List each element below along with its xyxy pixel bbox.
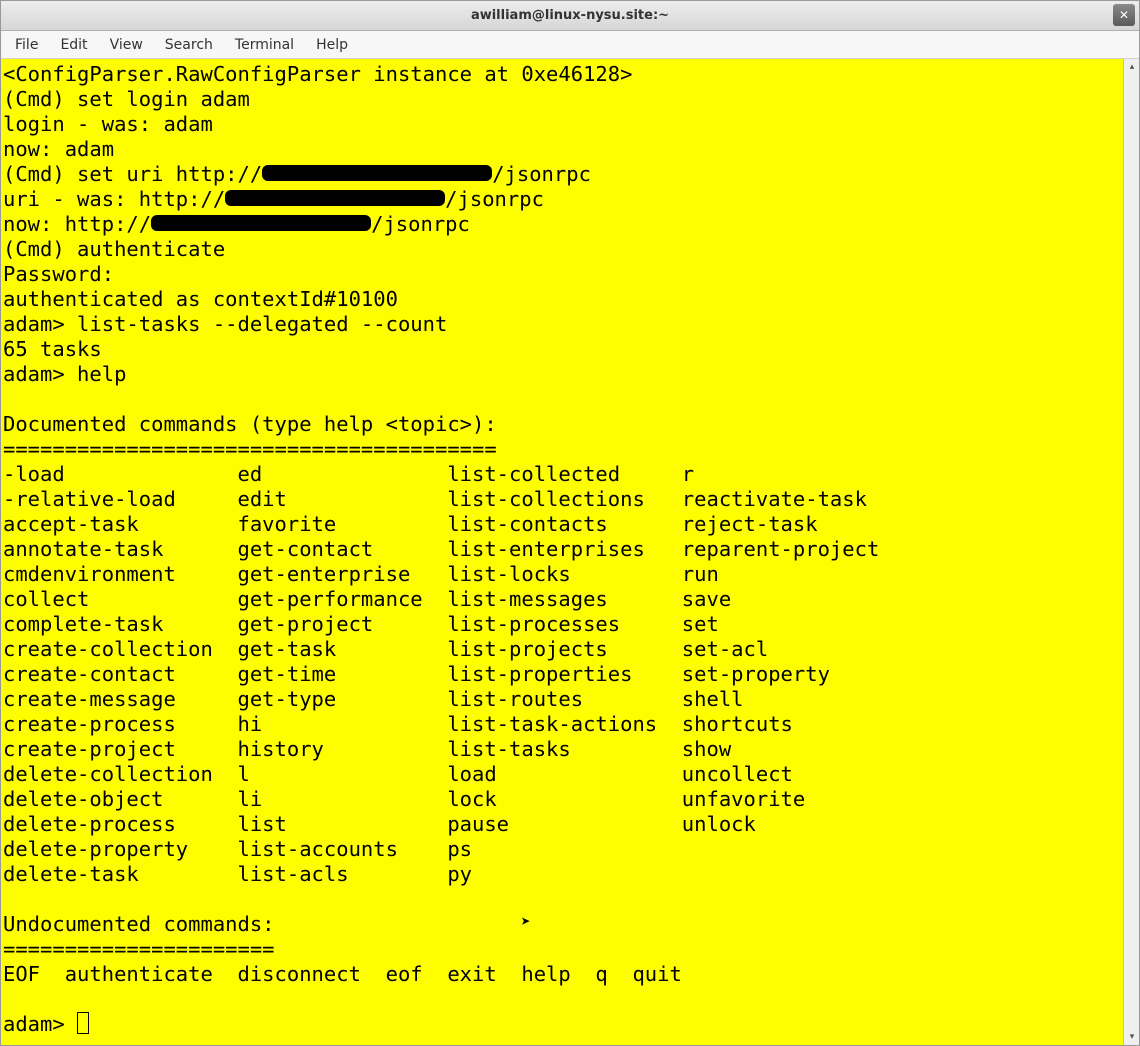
menu-edit[interactable]: Edit bbox=[52, 33, 95, 57]
menu-file[interactable]: File bbox=[7, 33, 46, 57]
term-line: <ConfigParser.RawConfigParser instance a… bbox=[3, 62, 632, 86]
term-line: ======================================== bbox=[3, 437, 497, 461]
term-line: now: http:// bbox=[3, 212, 151, 236]
term-line: uri - was: http:// bbox=[3, 187, 225, 211]
scrollbar[interactable]: ▴ ▾ bbox=[1123, 59, 1139, 1045]
term-line: authenticated as contextId#10100 bbox=[3, 287, 398, 311]
window-title: awilliam@linux-nysu.site:~ bbox=[471, 8, 669, 23]
term-line: 65 tasks bbox=[3, 337, 102, 361]
term-line: Documented commands (type help <topic>): bbox=[3, 412, 497, 436]
menu-help[interactable]: Help bbox=[308, 33, 356, 57]
terminal-output[interactable]: <ConfigParser.RawConfigParser instance a… bbox=[1, 59, 1123, 1045]
term-line: Password: bbox=[3, 262, 114, 286]
terminal-wrap: <ConfigParser.RawConfigParser instance a… bbox=[1, 59, 1139, 1045]
term-line: /jsonrpc bbox=[371, 212, 470, 236]
redacted-text bbox=[262, 165, 492, 181]
prompt: adam> bbox=[3, 1012, 77, 1036]
menubar: File Edit View Search Terminal Help bbox=[1, 31, 1139, 59]
menu-view[interactable]: View bbox=[102, 33, 151, 57]
scroll-down-icon[interactable]: ▾ bbox=[1125, 1030, 1139, 1044]
term-line: now: adam bbox=[3, 137, 114, 161]
close-button[interactable]: ✕ bbox=[1113, 4, 1135, 26]
menu-terminal[interactable]: Terminal bbox=[227, 33, 302, 57]
command-table: -load ed list-collected r -relative-load… bbox=[3, 462, 879, 886]
term-line: (Cmd) set uri http:// bbox=[3, 162, 262, 186]
term-line: Undocumented commands: bbox=[3, 912, 275, 936]
close-icon: ✕ bbox=[1119, 8, 1129, 22]
term-line: adam> list-tasks --delegated --count bbox=[3, 312, 447, 336]
redacted-text bbox=[151, 215, 371, 231]
mouse-cursor-icon: ➤ bbox=[521, 909, 531, 934]
terminal-window: awilliam@linux-nysu.site:~ ✕ File Edit V… bbox=[0, 0, 1140, 1046]
term-line: /jsonrpc bbox=[492, 162, 591, 186]
term-line: EOF authenticate disconnect eof exit hel… bbox=[3, 962, 682, 986]
redacted-text bbox=[225, 190, 445, 206]
term-line: ====================== bbox=[3, 937, 275, 961]
term-line: /jsonrpc bbox=[445, 187, 544, 211]
term-line: (Cmd) set login adam bbox=[3, 87, 250, 111]
menu-search[interactable]: Search bbox=[157, 33, 221, 57]
term-line: adam> help bbox=[3, 362, 126, 386]
term-line: (Cmd) authenticate bbox=[3, 237, 225, 261]
titlebar: awilliam@linux-nysu.site:~ ✕ bbox=[1, 1, 1139, 31]
text-cursor bbox=[77, 1012, 89, 1034]
scroll-up-icon[interactable]: ▴ bbox=[1125, 60, 1139, 74]
term-line: login - was: adam bbox=[3, 112, 213, 136]
